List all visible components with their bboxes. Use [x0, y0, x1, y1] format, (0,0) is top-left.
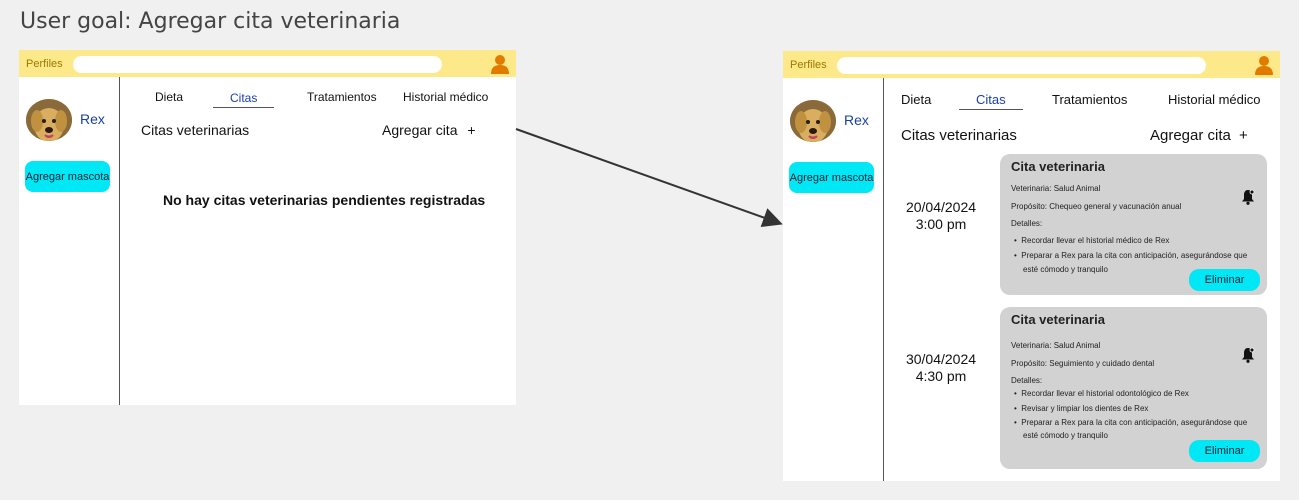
tab-tratamientos[interactable]: Tratamientos: [1052, 92, 1127, 107]
appointment-time: 3:00 pm: [915, 216, 967, 232]
appointment-title: Cita veterinaria: [1011, 312, 1105, 327]
appointment-card: Cita veterinaria Veterinaria: Salud Anim…: [1000, 307, 1267, 469]
add-appointment-button[interactable]: Agregar cita +: [1150, 127, 1248, 144]
user-icon[interactable]: [1254, 55, 1274, 75]
appointment-clinic: Veterinaria: Salud Animal: [1011, 184, 1101, 193]
add-pet-button[interactable]: Agregar mascota: [789, 162, 874, 193]
screen-after: Perfiles Rex Agregar mascota Dieta Citas…: [783, 51, 1280, 481]
appointment-datetime: 30/04/2024 4:30 pm: [891, 351, 991, 385]
detail-item: • Preparar a Rex para la cita con antici…: [1014, 251, 1248, 260]
bell-icon[interactable]: [1241, 347, 1255, 363]
plus-icon: +: [1239, 127, 1248, 144]
pet-avatar[interactable]: [790, 100, 836, 142]
appointment-date: 20/04/2024: [905, 199, 977, 215]
add-appointment-label: Agregar cita: [1150, 127, 1231, 144]
appointment-date: 30/04/2024: [905, 351, 977, 367]
top-bar: Perfiles: [783, 51, 1280, 78]
appointment-purpose: Propósito: Chequeo general y vacunación …: [1011, 202, 1182, 211]
detail-item: • Preparar a Rex para la cita con antici…: [1014, 418, 1248, 427]
appointment-details-label: Detalles:: [1011, 376, 1043, 385]
section-title: Citas veterinarias: [901, 127, 1017, 144]
search-input[interactable]: [837, 57, 1206, 74]
detail-item: • Revisar y limpiar los dientes de Rex: [1014, 404, 1149, 413]
tab-citas[interactable]: Citas: [959, 92, 1023, 110]
detail-item: • Recordar llevar el historial odontológ…: [1014, 389, 1189, 398]
delete-appointment-button[interactable]: Eliminar: [1189, 269, 1260, 291]
appointment-clinic: Veterinaria: Salud Animal: [1011, 341, 1101, 350]
detail-item-continuation: esté cómodo y tranquilo: [1023, 265, 1108, 274]
appointment-time: 4:30 pm: [915, 368, 967, 384]
bell-icon[interactable]: [1241, 189, 1255, 205]
appointment-details-label: Detalles:: [1011, 219, 1043, 228]
appointment-purpose: Propósito: Seguimiento y cuidado dental: [1011, 359, 1155, 368]
appointment-datetime: 20/04/2024 3:00 pm: [891, 199, 991, 233]
appointment-card: Cita veterinaria Veterinaria: Salud Anim…: [1000, 154, 1267, 295]
tab-dieta[interactable]: Dieta: [901, 92, 931, 107]
delete-appointment-button[interactable]: Eliminar: [1189, 440, 1260, 462]
pet-name[interactable]: Rex: [844, 112, 869, 128]
detail-item-continuation: esté cómodo y tranquilo: [1023, 431, 1108, 440]
sidebar: Rex Agregar mascota: [783, 78, 884, 481]
appointment-title: Cita veterinaria: [1011, 159, 1105, 174]
tab-historial-medico[interactable]: Historial médico: [1168, 92, 1260, 107]
profiles-link[interactable]: Perfiles: [790, 59, 827, 71]
detail-item: • Recordar llevar el historial médico de…: [1014, 236, 1170, 245]
